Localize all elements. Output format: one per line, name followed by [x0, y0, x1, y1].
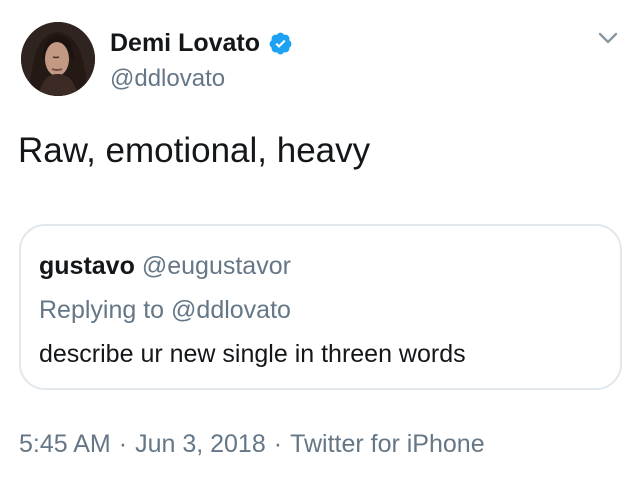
quoted-author-name[interactable]: gustavo — [39, 252, 135, 280]
verified-badge-icon — [268, 31, 293, 56]
tweet-time[interactable]: 5:45 AM — [19, 430, 111, 458]
quoted-author-handle[interactable]: @eugustavor — [142, 252, 291, 280]
chevron-down-icon[interactable] — [598, 31, 618, 45]
author-display-name[interactable]: Demi Lovato — [110, 30, 260, 56]
quoted-tweet-card[interactable]: gustavo @eugustavor Replying to @ddlovato… — [19, 224, 622, 390]
replying-to-label: Replying to — [39, 296, 165, 324]
tweet-date[interactable]: Jun 3, 2018 — [135, 430, 266, 458]
avatar-image — [21, 22, 95, 96]
author-block: Demi Lovato @ddlovato — [110, 26, 293, 91]
tweet-source[interactable]: Twitter for iPhone — [290, 430, 485, 458]
replying-to-line: Replying to @ddlovato — [39, 295, 291, 325]
meta-separator: · — [118, 430, 128, 458]
author-name-row: Demi Lovato — [110, 26, 293, 60]
tweet-card[interactable]: Demi Lovato @ddlovato Raw, emotional, he… — [0, 0, 640, 490]
author-avatar[interactable] — [21, 22, 95, 96]
quoted-tweet-header: gustavo @eugustavor — [39, 251, 291, 281]
tweet-metadata: 5:45 AM · Jun 3, 2018 · Twitter for iPhone — [19, 428, 485, 460]
author-handle[interactable]: @ddlovato — [110, 67, 293, 91]
meta-separator: · — [273, 430, 283, 458]
replying-to-handle[interactable]: @ddlovato — [171, 296, 291, 324]
quoted-tweet-text: describe ur new single in threen words — [39, 340, 466, 368]
tweet-text: Raw, emotional, heavy — [18, 131, 371, 170]
